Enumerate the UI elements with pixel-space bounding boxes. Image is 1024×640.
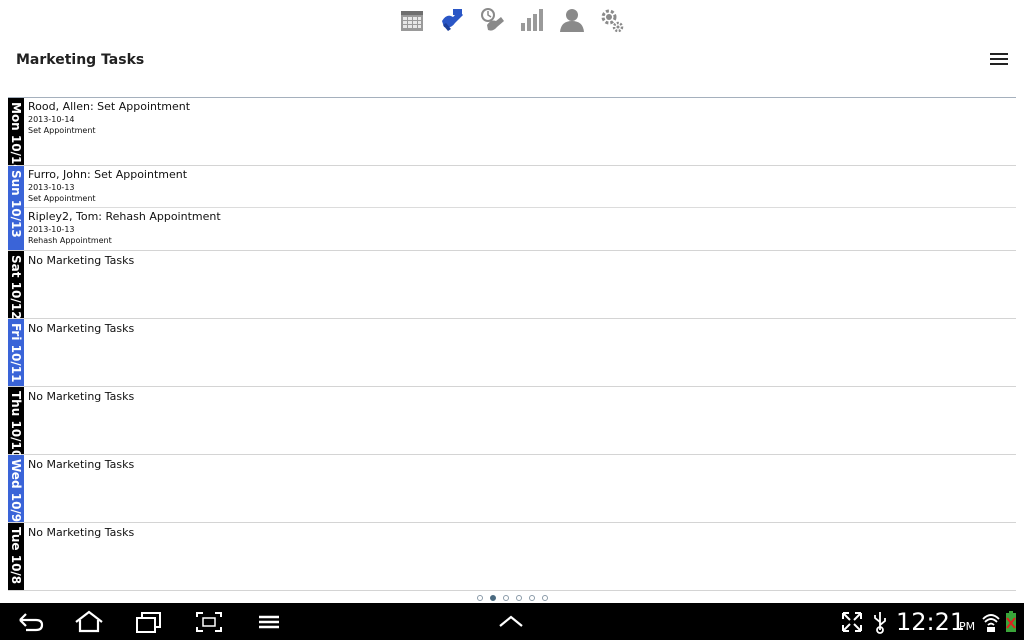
header: Marketing Tasks xyxy=(0,44,1024,78)
menu-line xyxy=(990,58,1008,60)
top-toolbar xyxy=(0,0,1024,40)
task-list[interactable]: Mon 10/14 Rood, Allen: Set Appointment 2… xyxy=(8,98,1016,594)
empty-text: No Marketing Tasks xyxy=(28,526,135,539)
page-dot[interactable] xyxy=(476,595,483,601)
chevron-up-icon[interactable] xyxy=(496,610,526,634)
page-dot[interactable] xyxy=(515,595,522,601)
page-indicator xyxy=(0,595,1024,603)
task-date: 2013-10-13 xyxy=(28,183,75,192)
contacts-icon[interactable] xyxy=(559,5,585,35)
day-label: Fri 10/11 xyxy=(8,319,24,386)
day-group-fri[interactable]: Fri 10/11 No Marketing Tasks xyxy=(8,319,1016,387)
day-label: Thu 10/10 xyxy=(8,387,24,458)
day-tasks: No Marketing Tasks xyxy=(24,251,1016,318)
task-subtitle: Set Appointment xyxy=(28,126,96,135)
fullscreen-icon[interactable] xyxy=(840,610,864,634)
task-title: Ripley2, Tom: Rehash Appointment xyxy=(28,210,221,223)
day-tasks: No Marketing Tasks xyxy=(24,319,1016,386)
day-group-sat[interactable]: Sat 10/12 No Marketing Tasks xyxy=(8,251,1016,319)
day-group-wed[interactable]: Wed 10/9 No Marketing Tasks xyxy=(8,455,1016,523)
task-subtitle: Set Appointment xyxy=(28,194,96,203)
day-label: Sun 10/13 xyxy=(8,166,24,250)
recent-apps-icon[interactable] xyxy=(134,610,164,634)
day-label-text: Fri 10/11 xyxy=(9,323,23,383)
tasks-icon[interactable] xyxy=(439,5,465,35)
day-label-text: Thu 10/10 xyxy=(9,391,23,459)
day-tasks: No Marketing Tasks xyxy=(24,523,1016,590)
system-bar: 12:21 PM xyxy=(0,603,1024,640)
overflow-menu-button[interactable] xyxy=(988,50,1010,72)
usb-icon xyxy=(870,610,890,634)
task-subtitle: Rehash Appointment xyxy=(28,236,112,245)
day-label-text: Mon 10/14 xyxy=(9,102,23,173)
day-tasks: Rood, Allen: Set Appointment 2013-10-14 … xyxy=(24,98,1016,165)
day-label: Wed 10/9 xyxy=(8,455,24,522)
page-dot[interactable] xyxy=(541,595,548,601)
day-label-text: Tue 10/8 xyxy=(9,527,23,585)
calendar-icon[interactable] xyxy=(399,5,425,35)
page-title: Marketing Tasks xyxy=(16,52,145,68)
day-tasks: No Marketing Tasks xyxy=(24,387,1016,454)
empty-text: No Marketing Tasks xyxy=(28,458,135,471)
task-title: Rood, Allen: Set Appointment xyxy=(28,100,191,113)
page-dot[interactable] xyxy=(502,595,509,601)
settings-icon[interactable] xyxy=(599,5,625,35)
task-date: 2013-10-13 xyxy=(28,225,75,234)
screenshot-icon[interactable] xyxy=(194,610,224,634)
day-tasks: No Marketing Tasks xyxy=(24,455,1016,522)
day-group-mon: Mon 10/14 Rood, Allen: Set Appointment 2… xyxy=(8,98,1016,173)
menu-line xyxy=(990,63,1008,65)
task-date: 2013-10-14 xyxy=(28,115,75,124)
task-item[interactable]: Rood, Allen: Set Appointment 2013-10-14 … xyxy=(24,98,1016,140)
menu-icon[interactable] xyxy=(254,610,284,634)
empty-text: No Marketing Tasks xyxy=(28,322,135,335)
home-icon[interactable] xyxy=(74,610,104,634)
day-label-text: Wed 10/9 xyxy=(9,459,23,523)
day-group-tue[interactable]: Tue 10/8 No Marketing Tasks xyxy=(8,523,1016,591)
status-time: 12:21 xyxy=(896,608,966,636)
day-label: Sat 10/12 xyxy=(8,251,24,320)
day-group-thu[interactable]: Thu 10/10 No Marketing Tasks xyxy=(8,387,1016,458)
empty-text: No Marketing Tasks xyxy=(28,390,135,403)
empty-text: No Marketing Tasks xyxy=(28,254,135,267)
status-ampm: PM xyxy=(959,620,976,633)
day-tasks: Furro, John: Set Appointment 2013-10-13 … xyxy=(24,166,1016,250)
task-item[interactable]: Furro, John: Set Appointment 2013-10-13 … xyxy=(24,166,1016,208)
menu-line xyxy=(990,53,1008,55)
day-label-text: Sat 10/12 xyxy=(9,255,23,320)
back-icon[interactable] xyxy=(16,610,46,634)
page-dot[interactable] xyxy=(528,595,535,601)
day-label: Mon 10/14 xyxy=(8,98,24,173)
charts-icon[interactable] xyxy=(519,5,545,35)
app-root: Marketing Tasks Mon 10/14 Rood, Allen: S… xyxy=(0,0,1024,640)
day-label-text: Sun 10/13 xyxy=(9,170,23,238)
page-dot-active[interactable] xyxy=(489,595,496,601)
reminders-icon[interactable] xyxy=(479,5,505,35)
wifi-icon xyxy=(982,610,1000,634)
task-title: Furro, John: Set Appointment xyxy=(28,168,188,181)
day-label: Tue 10/8 xyxy=(8,523,24,590)
battery-icon xyxy=(1002,610,1020,634)
task-item[interactable]: Ripley2, Tom: Rehash Appointment 2013-10… xyxy=(24,208,1016,250)
day-group-sun: Sun 10/13 Furro, John: Set Appointment 2… xyxy=(8,166,1016,251)
